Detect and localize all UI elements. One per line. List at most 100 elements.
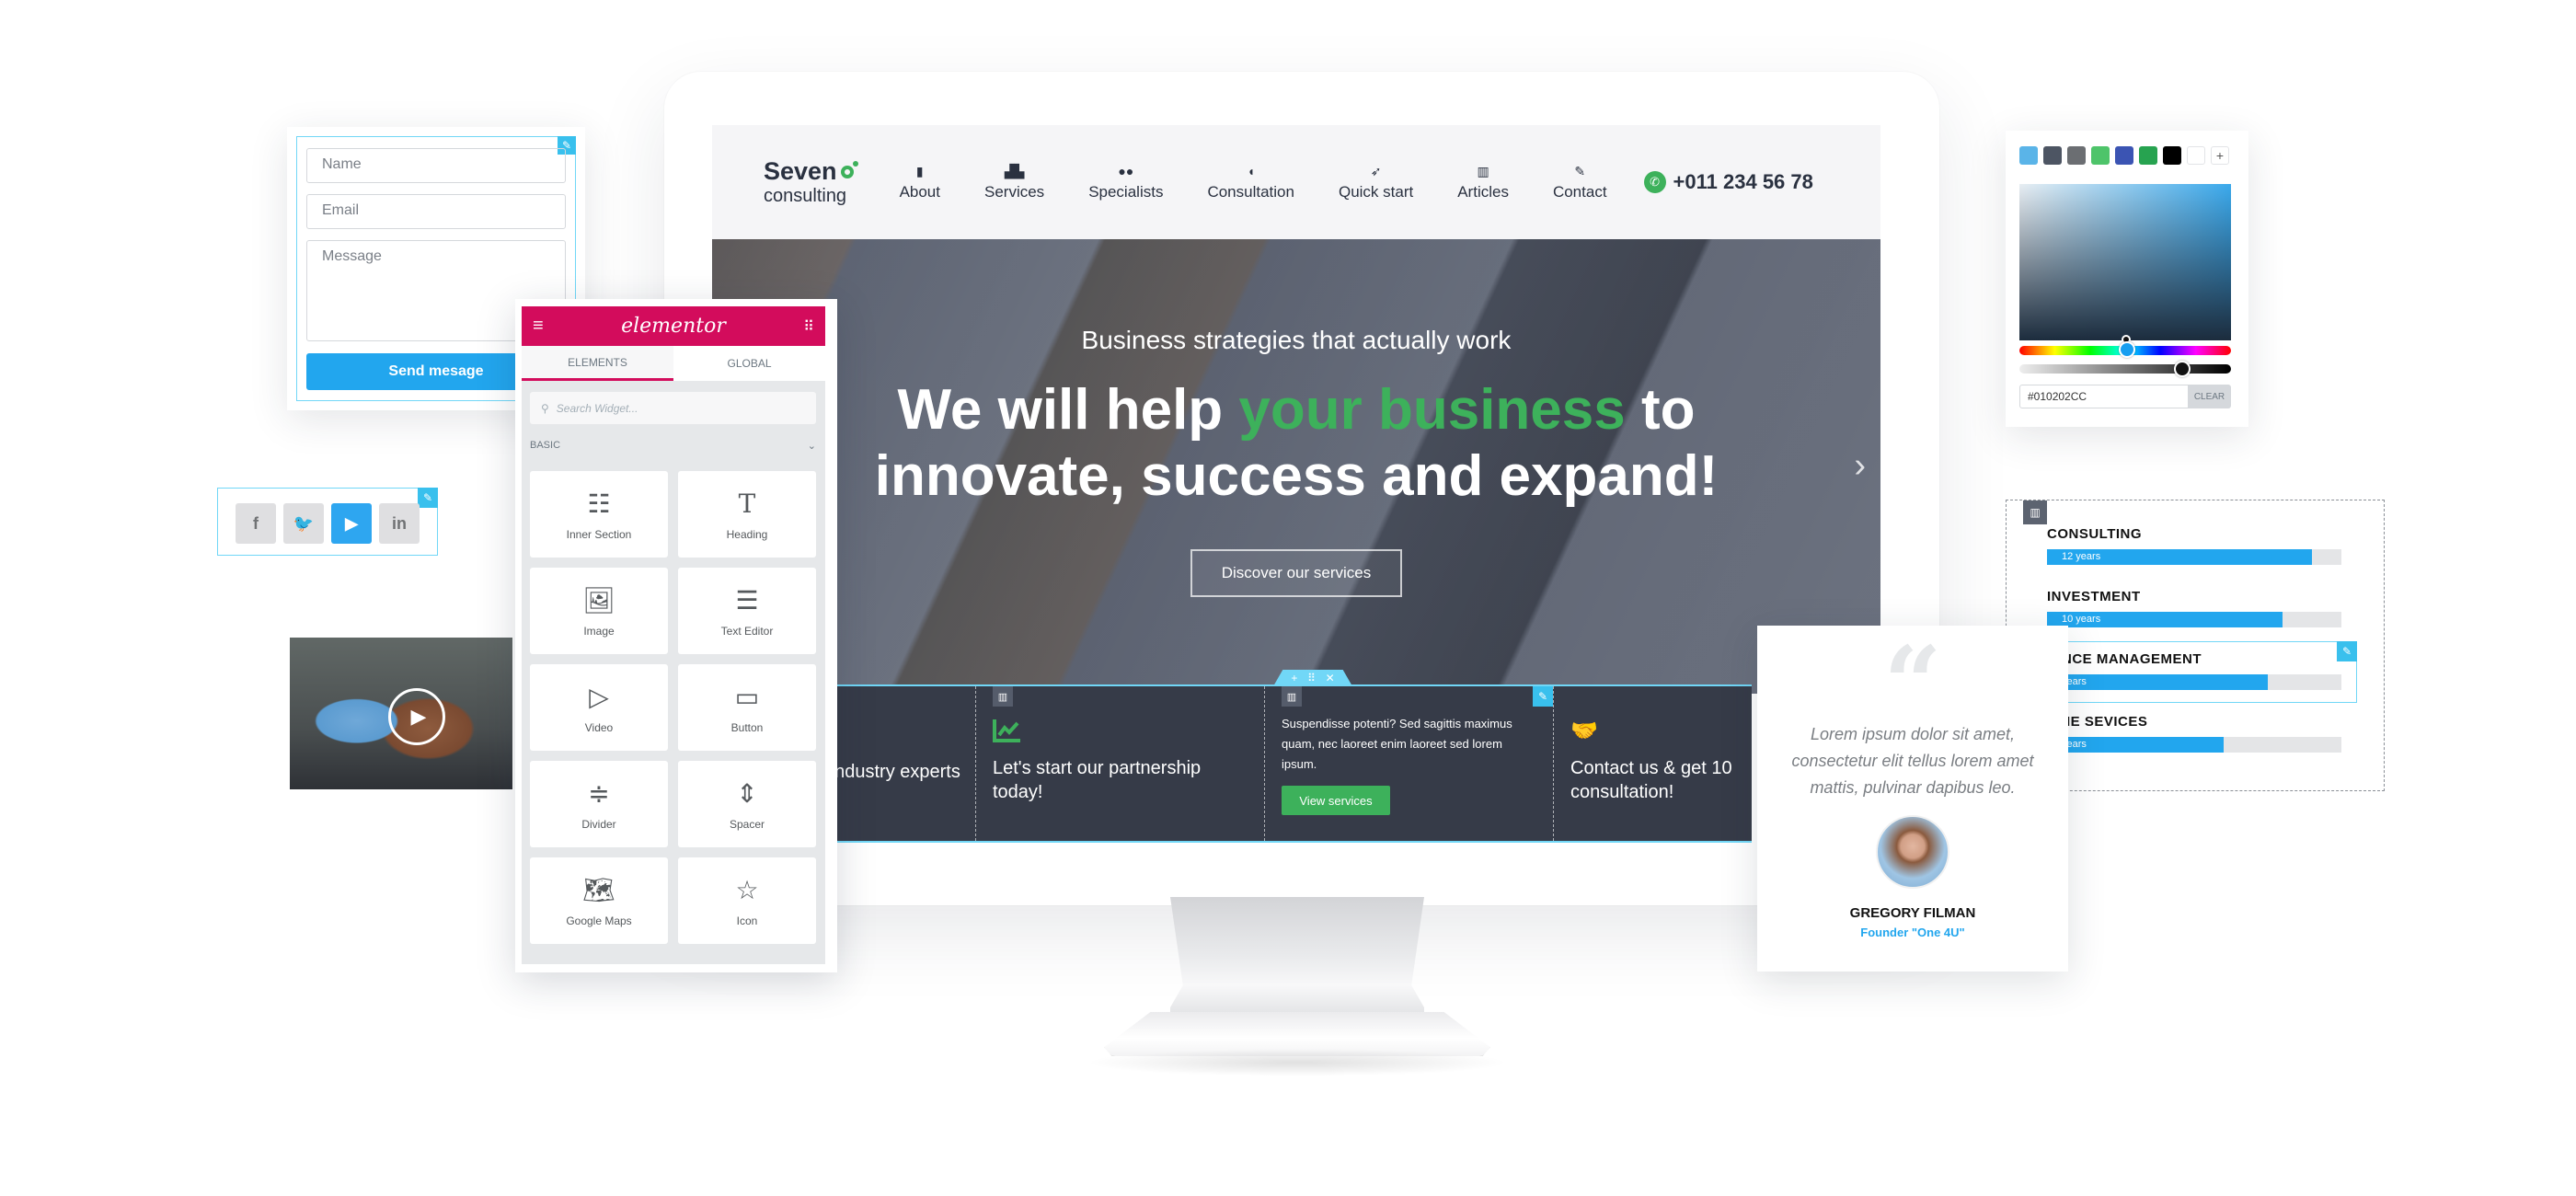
progress-fill: 10 years [2047,612,2283,627]
widget-heading[interactable]: T Heading [678,471,816,558]
widget-inner-section[interactable]: ☷ Inner Section [530,471,668,558]
alpha-slider[interactable] [2019,364,2231,374]
color-swatches: + [2019,146,2229,165]
edit-widget-icon[interactable]: ✎ [1533,686,1553,707]
tab-global[interactable]: GLOBAL [673,346,825,381]
progress-title: INVESTMENT [2047,589,2141,604]
grid-apps-icon[interactable]: ⠿ [803,317,814,336]
search-icon: ⚲ [541,401,549,415]
slider-next-arrow-icon[interactable]: › [1854,446,1866,486]
widget-label: Spacer [729,818,765,831]
color-swatch[interactable] [2091,146,2110,165]
category-label: BASIC [530,440,561,451]
boxes-icon: ▟▙ [1004,164,1025,178]
book-icon: ▥ [1477,164,1489,178]
hero-title-part: We will help [897,378,1239,442]
elementor-panel: ≡ elementor ⠿ ELEMENTS GLOBAL ⚲ Search W… [515,299,837,972]
image-icon: 🖼 [582,586,615,615]
add-color-icon[interactable]: + [2211,146,2229,165]
widget-google-maps[interactable]: 🗺 Google Maps [530,857,668,944]
color-swatch[interactable] [2043,146,2062,165]
widget-icon[interactable]: ☆ Icon [678,857,816,944]
progress-track: years [2047,737,2341,753]
avatar [1876,815,1949,889]
category-basic[interactable]: BASIC ⌄ [530,440,816,452]
site-logo[interactable]: Seven consulting [764,159,858,206]
hue-handle[interactable] [2119,341,2135,358]
progress-item: INVESTMENT 10 years [2047,589,2341,627]
pen-icon: ✎ [1574,164,1586,178]
search-placeholder: Search Widget... [556,401,638,415]
clear-color-button[interactable]: CLEAR [2188,385,2231,408]
view-services-button[interactable]: View services [1282,786,1390,815]
feature-column[interactable]: ▥ ✎ Suspendisse potenti? Sed sagittis ma… [1264,686,1553,841]
video-widget[interactable]: ▶ [290,638,512,789]
youtube-icon[interactable]: ▶ [331,503,372,544]
edit-widget-icon[interactable]: ✎ [418,488,438,508]
section-handle[interactable]: + ⠿ ✕ [1273,670,1352,686]
feature-text: Let's start our partnership today! [993,758,1202,802]
hero-subtitle: Business strategies that actually work [1081,326,1512,354]
widget-button[interactable]: ▭ Button [678,664,816,751]
progress-title: LINE SEVICES [2047,714,2148,730]
drag-section-icon[interactable]: ⠿ [1307,672,1316,684]
name-field[interactable]: Name [306,148,566,183]
tab-elements[interactable]: ELEMENTS [522,346,673,381]
color-swatch[interactable] [2067,146,2086,165]
widget-text-editor[interactable]: ☰ Text Editor [678,568,816,654]
feature-description: Suspendisse potenti? Sed sagittis maximu… [1282,717,1512,771]
color-swatch[interactable] [2019,146,2038,165]
phone-link[interactable]: ✆ +011 234 56 78 [1643,170,1813,194]
hex-color-input[interactable]: #010202CC [2019,385,2190,408]
hero-title-part: to [1625,378,1696,442]
alpha-handle[interactable] [2174,361,2191,377]
widget-image[interactable]: 🖼 Image [530,568,668,654]
color-swatch[interactable] [2115,146,2133,165]
testimonial-role: Founder "One 4U" [1860,926,1965,939]
chevron-down-icon: ⌄ [807,441,816,452]
facebook-icon[interactable]: f [236,503,276,544]
linkedin-icon[interactable]: in [379,503,420,544]
nav-item-quick-start[interactable]: ➶ Quick start [1339,163,1413,201]
nav-label: Services [984,183,1045,201]
feature-column[interactable]: ▥ Let's start our partnership today! [975,686,1264,841]
discover-services-button[interactable]: Discover our services [1190,549,1402,597]
edit-widget-icon[interactable]: ✎ [2337,641,2357,661]
color-swatch[interactable] [2187,146,2205,165]
widget-label: Divider [581,818,616,831]
feature-text: Contact us & get 10 consultation! [1570,758,1732,802]
nav-item-specialists[interactable]: ●● Specialists [1088,163,1163,201]
add-section-icon[interactable]: + [1291,672,1297,684]
widget-label: Icon [736,914,758,927]
nav-item-services[interactable]: ▟▙ Services [984,163,1044,201]
twitter-icon[interactable]: 🐦 [283,503,324,544]
widget-label: Image [583,625,615,638]
widget-divider[interactable]: ≑ Divider [530,761,668,847]
nav-item-articles[interactable]: ▥ Articles [1457,163,1509,201]
hamburger-menu-icon[interactable]: ≡ [533,316,544,337]
email-field[interactable]: Email [306,194,566,229]
delete-section-icon[interactable]: ✕ [1326,672,1335,684]
nav-item-about[interactable]: ▮ About [900,163,940,201]
progress-track: 10 years [2047,612,2341,627]
color-swatch[interactable] [2163,146,2181,165]
widget-video[interactable]: ▷ Video [530,664,668,751]
progress-title: CONSULTING [2047,526,2143,542]
column-handle-icon[interactable]: ▥ [1282,686,1302,707]
color-swatch[interactable] [2139,146,2157,165]
quote-icon: “ [1883,624,1942,742]
feature-column[interactable]: 🤝 Contact us & get 10 consultation! [1553,686,1752,841]
column-handle-icon[interactable]: ▥ [993,686,1013,707]
widget-label: Heading [726,528,768,541]
widget-search-input[interactable]: ⚲ Search Widget... [530,392,816,424]
column-handle-icon[interactable]: ▥ [2023,500,2047,524]
play-icon[interactable]: ▶ [388,688,445,745]
panel-header: ≡ elementor ⠿ [522,306,825,346]
google-maps-icon: 🗺 [582,876,615,904]
widget-spacer[interactable]: ⇕ Spacer [678,761,816,847]
nav-item-consultation[interactable]: ◖ Consultation [1207,163,1294,201]
nav-item-contact[interactable]: ✎ Contact [1553,163,1607,201]
logo-subtext: consulting [764,186,847,206]
saturation-area[interactable] [2019,184,2231,340]
heading-icon: T [738,489,756,519]
